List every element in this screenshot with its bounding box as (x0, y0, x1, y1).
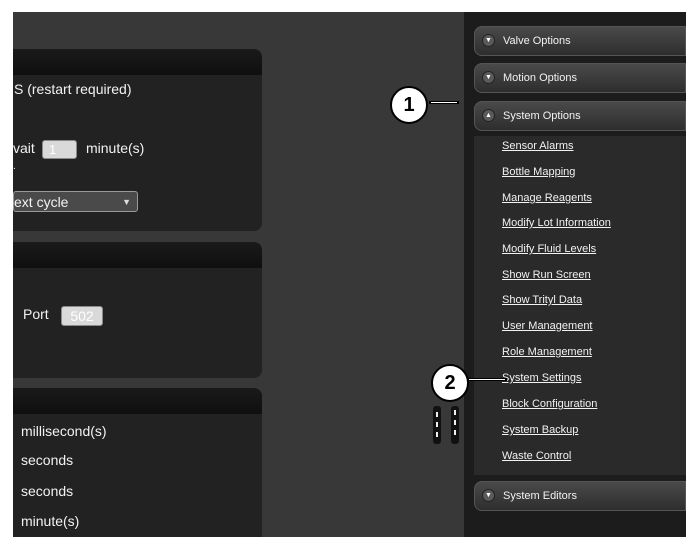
application-window: S (restart required) vait 1 minute(s) . … (13, 12, 686, 537)
cycle-select-value: ext cycle (14, 194, 69, 210)
callout-leader-line (467, 378, 507, 381)
panel-header (13, 49, 262, 75)
chevron-down-icon: ▼ (482, 489, 495, 502)
menu-item-system-settings[interactable]: System Settings (502, 372, 581, 384)
panel-header (13, 242, 262, 268)
menu-header-valve-options[interactable]: ▼ Valve Options (474, 26, 686, 56)
splitter-bar (433, 406, 441, 444)
menu-item-show-run-screen[interactable]: Show Run Screen (502, 269, 591, 281)
port-label: Port (23, 306, 49, 322)
menu-header-system-options[interactable]: ▲ System Options (474, 101, 686, 131)
menu-item-modify-lot-information[interactable]: Modify Lot Information (502, 217, 611, 229)
cycle-select[interactable]: ext cycle ▼ (13, 191, 138, 212)
splitter-bar (451, 406, 459, 444)
separator-dot: . (13, 161, 16, 172)
settings-panel-general: S (restart required) vait 1 minute(s) . … (13, 49, 262, 231)
system-options-list: Sensor Alarms Bottle Mapping Manage Reag… (474, 136, 686, 475)
unit-label: seconds (21, 452, 74, 468)
menu-item-modify-fluid-levels[interactable]: Modify Fluid Levels (502, 243, 596, 255)
screenshot-margin (0, 0, 13, 537)
screenshot-margin (0, 0, 686, 12)
menu-header-label: Valve Options (503, 35, 571, 47)
menu-item-show-trityl-data[interactable]: Show Trityl Data (502, 294, 582, 306)
menu-item-role-management[interactable]: Role Management (502, 346, 592, 358)
options-menu: ▼ Valve Options ▼ Motion Options ▲ Syste… (464, 12, 686, 537)
chevron-down-icon: ▼ (482, 34, 495, 47)
menu-header-system-editors[interactable]: ▼ System Editors (474, 481, 686, 511)
menu-item-block-configuration[interactable]: Block Configuration (502, 398, 597, 410)
chevron-down-icon: ▼ (482, 71, 495, 84)
dropdown-arrow-icon: ▼ (122, 197, 131, 207)
wait-label: vait (13, 140, 35, 156)
menu-header-label: System Options (503, 110, 581, 122)
wait-unit-label: minute(s) (86, 140, 145, 156)
callout-marker-1: 1 (390, 86, 428, 124)
unit-label: millisecond(s) (21, 423, 107, 439)
menu-header-label: Motion Options (503, 72, 577, 84)
unit-label: seconds (21, 483, 74, 499)
callout-marker-2: 2 (431, 364, 469, 402)
menu-item-system-backup[interactable]: System Backup (502, 424, 578, 436)
menu-item-waste-control[interactable]: Waste Control (502, 450, 571, 462)
callout-leader-line (429, 101, 459, 104)
settings-panel-timing: millisecond(s) seconds seconds minute(s) (13, 388, 262, 537)
panel-header (13, 388, 262, 414)
menu-header-motion-options[interactable]: ▼ Motion Options (474, 63, 686, 93)
menu-item-user-management[interactable]: User Management (502, 320, 593, 332)
settings-panel-network: Port 502 (13, 242, 262, 378)
menu-item-manage-reagents[interactable]: Manage Reagents (502, 192, 592, 204)
wait-minutes-input[interactable]: 1 (42, 140, 77, 159)
menu-item-bottle-mapping[interactable]: Bottle Mapping (502, 166, 575, 178)
menu-header-label: System Editors (503, 490, 577, 502)
menu-item-sensor-alarms[interactable]: Sensor Alarms (502, 140, 574, 152)
port-input[interactable]: 502 (61, 306, 103, 326)
unit-label: minute(s) (21, 513, 80, 529)
restart-required-label: S (restart required) (14, 81, 132, 97)
panel-splitter-handle[interactable] (433, 406, 461, 444)
chevron-up-icon: ▲ (482, 109, 495, 122)
